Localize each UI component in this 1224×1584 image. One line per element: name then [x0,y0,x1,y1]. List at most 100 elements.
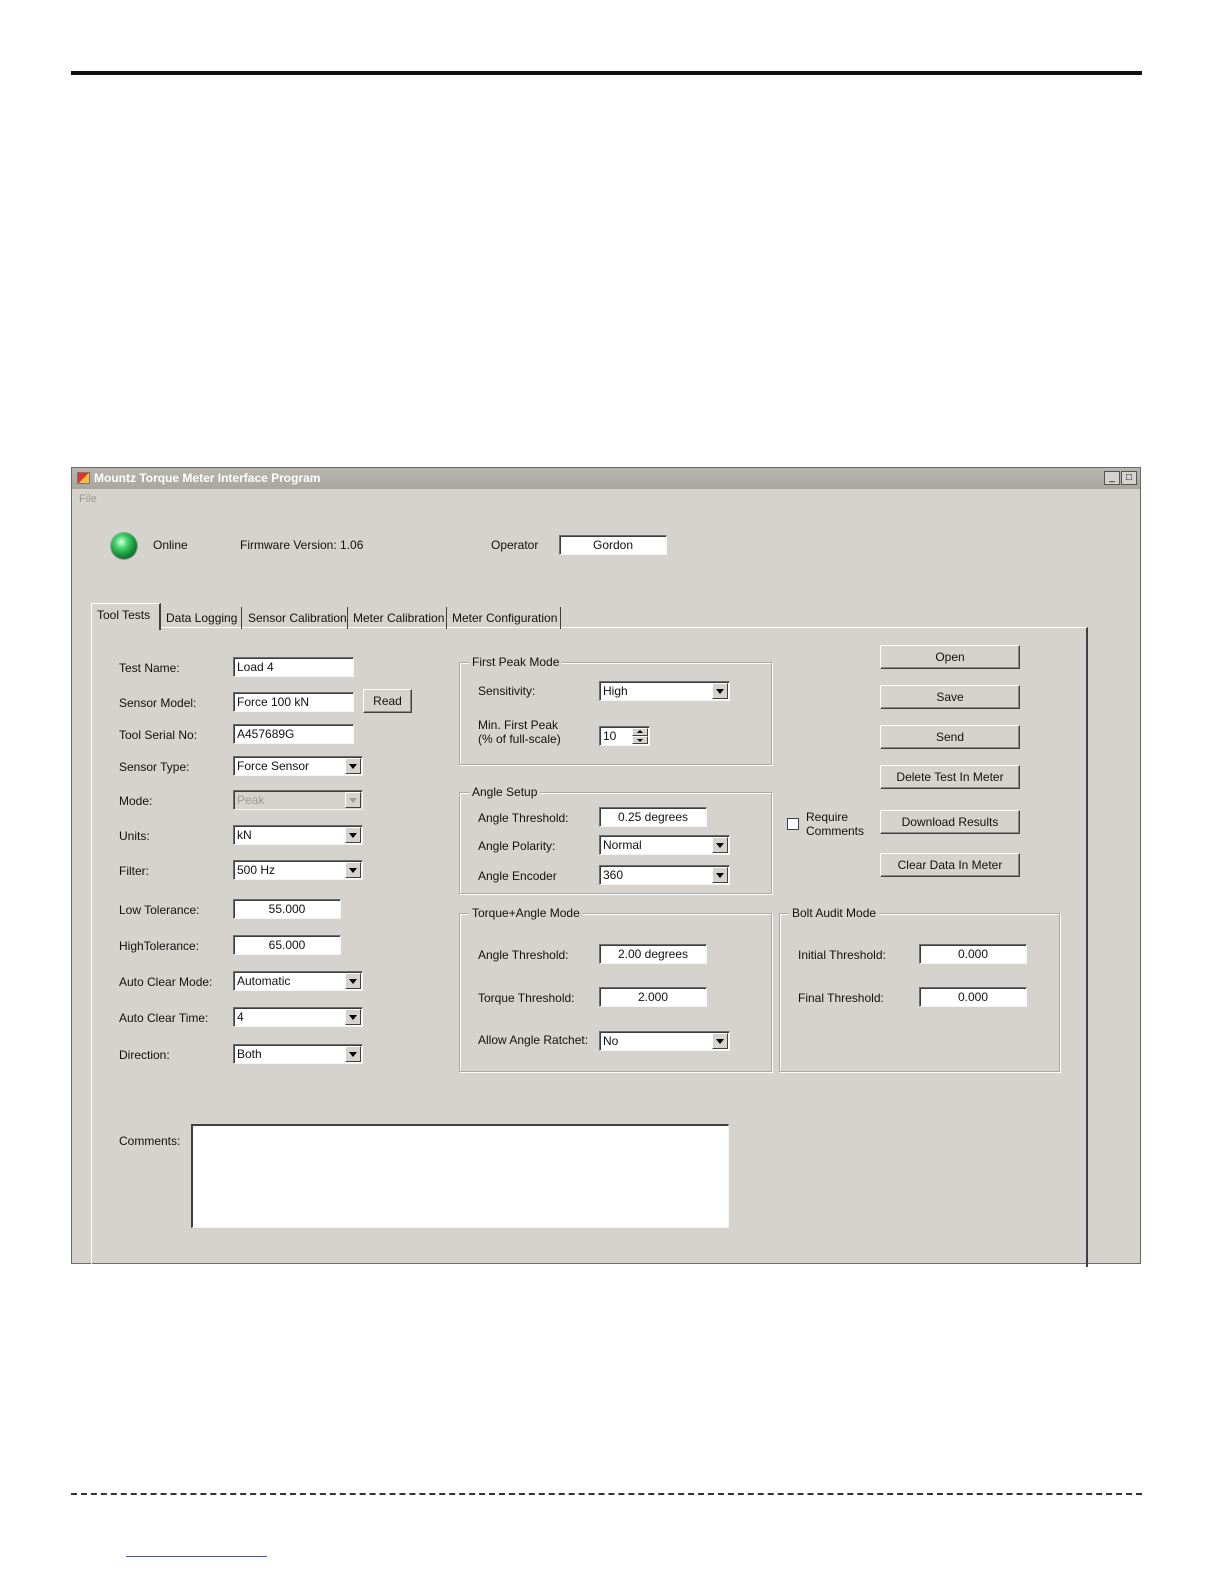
chevron-down-icon[interactable] [345,758,361,774]
read-button[interactable]: Read [363,689,412,713]
angle-polarity-label: Angle Polarity: [478,839,556,853]
auto-clear-mode-select[interactable]: Automatic [233,971,363,991]
auto-clear-time-select[interactable]: 4 [233,1007,363,1027]
window-title: Mountz Torque Meter Interface Program [94,471,321,485]
chevron-down-icon[interactable] [712,1033,728,1049]
first-peak-mode-group: First Peak Mode Sensitivity: High Min. F… [459,655,772,765]
units-select[interactable]: kN [233,825,363,845]
angle-encoder-label: Angle Encoder [478,869,557,883]
test-name-field[interactable]: Load 4 [233,657,354,677]
require-comments-label-2: Comments [806,824,865,838]
first-peak-mode-title: First Peak Mode [469,655,563,669]
clear-data-button[interactable]: Clear Data In Meter [880,853,1020,877]
torque-angle-threshold-label: Angle Threshold: [478,948,569,962]
tool-serial-label: Tool Serial No: [119,728,198,742]
angle-polarity-select[interactable]: Normal [599,835,730,855]
final-threshold-field[interactable]: 0.000 [919,987,1027,1007]
direction-select[interactable]: Both [233,1044,363,1064]
mode-label: Mode: [119,794,153,808]
final-threshold-label: Final Threshold: [798,991,884,1005]
units-value: kN [237,828,252,842]
app-icon [77,472,90,484]
tab-meter-calibration[interactable]: Meter Calibration [348,607,447,629]
tool-serial-field[interactable]: A457689G [233,724,354,744]
operator-label: Operator [491,538,539,552]
app-window: Mountz Torque Meter Interface Program _ … [71,467,1141,1267]
footer-link-underline [126,1556,267,1557]
min-first-peak-value: 10 [603,729,617,743]
comments-label: Comments: [119,1134,181,1148]
comments-textarea[interactable] [191,1124,729,1228]
auto-clear-mode-value: Automatic [237,974,291,988]
open-button[interactable]: Open [880,645,1020,669]
allow-angle-ratchet-select[interactable]: No [599,1031,730,1051]
title-bar: Mountz Torque Meter Interface Program _ … [72,468,1140,489]
require-comments-checkbox[interactable] [787,818,799,830]
chevron-down-icon[interactable] [345,1046,361,1062]
spin-up-icon[interactable] [632,728,648,736]
sensor-type-select[interactable]: Force Sensor [233,756,363,776]
min-first-peak-unit-label: (% of full-scale) [478,732,561,746]
online-label: Online [153,538,188,552]
firmware-version: Firmware Version: 1.06 [240,538,364,552]
min-first-peak-label: Min. First Peak [478,718,559,732]
tab-meter-configuration[interactable]: Meter Configuration [447,607,561,629]
operator-field[interactable]: Gordon [559,535,667,555]
sensitivity-select[interactable]: High [599,681,730,701]
high-tolerance-label: HighTolerance: [119,939,200,953]
chevron-down-icon[interactable] [345,827,361,843]
send-button[interactable]: Send [880,725,1020,749]
torque-threshold-field[interactable]: 2.000 [599,987,707,1007]
chevron-down-icon [345,792,361,808]
angle-encoder-select[interactable]: 360 [599,865,730,885]
bolt-audit-mode-group: Bolt Audit Mode Initial Threshold: 0.000… [779,906,1060,1072]
require-comments-label: Require [806,810,849,824]
min-first-peak-stepper[interactable]: 10 [599,726,650,746]
chevron-down-icon[interactable] [345,1009,361,1025]
low-tolerance-field[interactable]: 55.000 [233,899,341,919]
spin-down-icon[interactable] [632,736,648,744]
torque-angle-mode-title: Torque+Angle Mode [469,906,583,920]
filter-select[interactable]: 500 Hz [233,860,363,880]
direction-label: Direction: [119,1048,170,1062]
auto-clear-mode-label: Auto Clear Mode: [119,975,213,989]
tab-sensor-calibration[interactable]: Sensor Calibration [243,607,348,629]
torque-angle-threshold-field[interactable]: 2.00 degrees [599,944,707,964]
units-label: Units: [119,829,150,843]
sensor-model-label: Sensor Model: [119,696,197,710]
tab-tool-tests[interactable]: Tool Tests [91,603,161,630]
sensor-model-field[interactable]: Force 100 kN [233,692,354,712]
high-tolerance-field[interactable]: 65.000 [233,935,341,955]
sensor-type-label: Sensor Type: [119,760,190,774]
auto-clear-time-value: 4 [237,1010,244,1024]
tab-data-logging[interactable]: Data Logging [161,607,242,629]
mode-value: Peak [237,793,265,807]
initial-threshold-field[interactable]: 0.000 [919,944,1027,964]
maximize-button[interactable]: □ [1121,471,1137,485]
angle-setup-title: Angle Setup [469,785,541,799]
download-results-button[interactable]: Download Results [880,810,1020,834]
menu-file[interactable]: File [79,493,97,505]
low-tolerance-label: Low Tolerance: [119,903,200,917]
angle-setup-group: Angle Setup Angle Threshold: 0.25 degree… [459,785,772,894]
page-bottom-dashed-rule [71,1493,1142,1495]
allow-angle-ratchet-label: Allow Angle Ratchet: [478,1033,589,1047]
chevron-down-icon[interactable] [712,683,728,699]
chevron-down-icon[interactable] [712,837,728,853]
angle-threshold-field[interactable]: 0.25 degrees [599,807,707,827]
initial-threshold-label: Initial Threshold: [798,948,886,962]
allow-angle-ratchet-value: No [603,1034,619,1048]
direction-value: Both [237,1047,262,1061]
torque-angle-mode-group: Torque+Angle Mode Angle Threshold: 2.00 … [459,906,772,1072]
filter-label: Filter: [119,864,149,878]
chevron-down-icon[interactable] [345,862,361,878]
sensitivity-value: High [603,684,628,698]
save-button[interactable]: Save [880,685,1020,709]
torque-threshold-label: Torque Threshold: [478,991,575,1005]
minimize-button[interactable]: _ [1104,471,1120,485]
chevron-down-icon[interactable] [345,973,361,989]
delete-test-button[interactable]: Delete Test In Meter [880,765,1020,789]
test-name-label: Test Name: [119,661,180,675]
chevron-down-icon[interactable] [712,867,728,883]
sensitivity-label: Sensitivity: [478,684,536,698]
